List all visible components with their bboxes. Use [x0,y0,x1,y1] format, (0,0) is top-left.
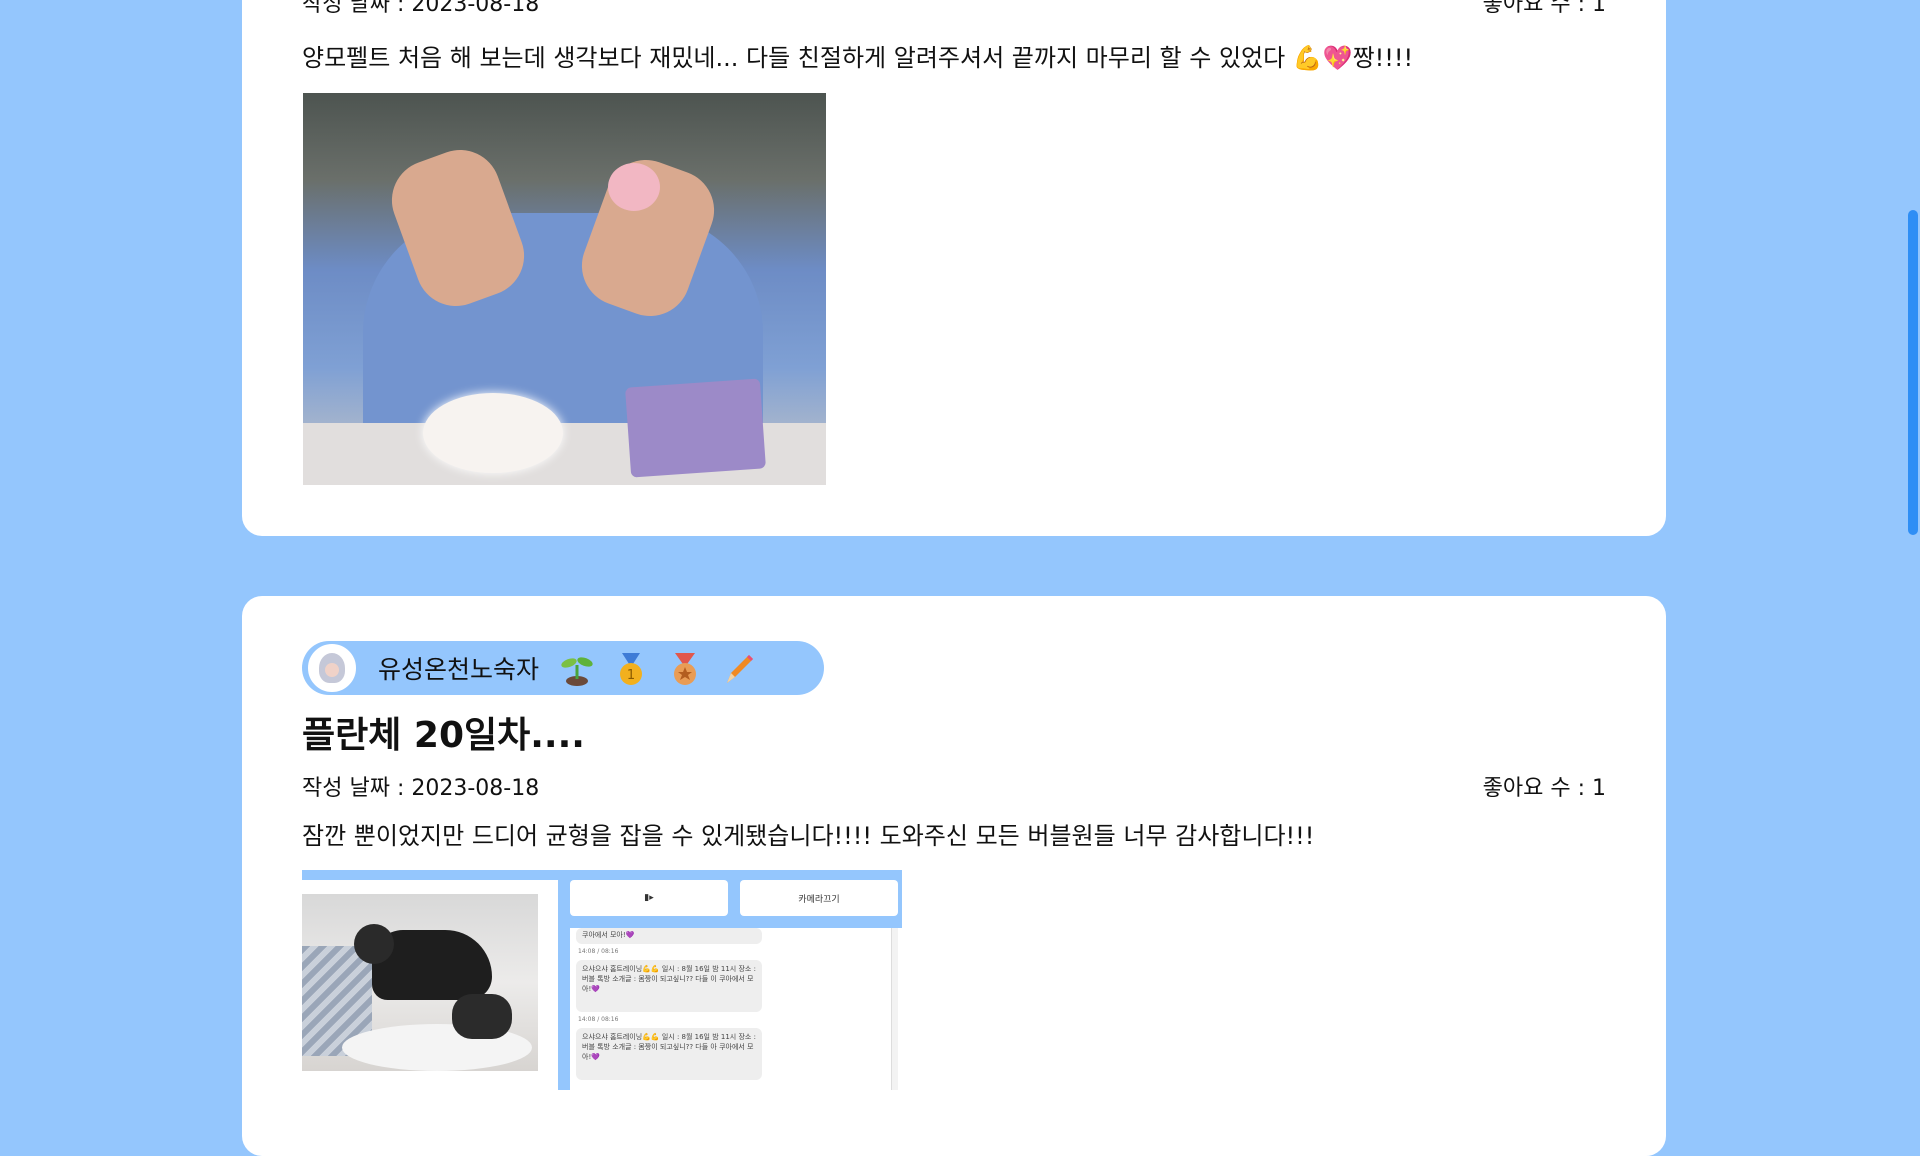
post-title: 플란체 20일차.... [302,715,585,756]
scroll-thumb[interactable] [1908,210,1918,535]
post-date: 작성 날짜 : 2023-08-18 [302,776,540,801]
chat-scrollbar[interactable] [891,928,898,1090]
post-card: 유성온천노숙자 1 플란체 20일차.... 작성 날짜: 2023-08-1… [242,596,1666,1156]
chat-message: 쿠아에서 모아!💜 [576,928,762,944]
mic-button: ▮▸ [570,880,728,916]
kit-package [625,378,766,478]
chat-time: 14:08 / 08:16 [578,948,619,955]
star-medal-icon [667,651,701,685]
post-meta: 작성 날짜 : 2023-08-18 좋아요 수 : 1 [302,770,1606,802]
post-photo[interactable] [302,894,538,1071]
post-photo[interactable] [303,93,826,485]
chat-time: 14:08 / 08:16 [578,1016,619,1023]
svg-text:1: 1 [627,668,635,683]
camera-off-button: 카메라끄기 [740,880,898,916]
chat-log: 쿠아에서 모아!💜 14:08 / 08:16 으샤으샤 홈트레이닝💪💪 일시 … [570,928,902,1090]
photo-panel [302,880,558,1090]
head-shape [354,924,394,964]
post-images[interactable]: ▮▸ 카메라끄기 쿠아에서 모아!💜 14:08 / 08:16 으샤으샤 홈트… [302,870,902,1090]
chat-message: 으샤으샤 홈트레이닝💪💪 일시 : 8월 16일 밤 11시 장소 : 버블 톡… [576,960,762,1012]
post-likes: 좋아요 수 : 1 [1482,776,1606,801]
post-meta: 작성 날짜 : 2023-08-18 좋아요 수 : 1 [302,0,1606,18]
post-date: 작성 날짜 : 2023-08-18 [302,0,540,17]
page-scrollbar[interactable] [1906,0,1920,1080]
gold-medal-icon: 1 [613,651,647,685]
seedling-icon [559,651,593,686]
post-likes: 좋아요 수 : 1 [1482,0,1606,17]
legs-shape [452,994,512,1039]
author-chip[interactable]: 유성온천노숙자 1 [302,641,824,695]
post-card: 작성 날짜 : 2023-08-18 좋아요 수 : 1 양모펠트 처음 해 보… [242,0,1666,536]
chat-message: 으샤으샤 홈트레이닝💪💪 일시 : 8월 16일 밤 11시 장소 : 버블 톡… [576,1028,762,1080]
pink-wool [608,163,660,211]
author-name[interactable]: 유성온천노숙자 [378,650,539,686]
avatar-face [319,653,345,683]
post-content: 잠깐 뿐이었지만 드디어 균형을 잡을 수 있게됐습니다!!!! 도와주신 모든… [302,822,1315,850]
post-content: 양모펠트 처음 해 보는데 생각보다 재밌네... 다들 친절하게 알려주셔서 … [302,44,1414,72]
chat-screenshot[interactable]: ▮▸ 카메라끄기 쿠아에서 모아!💜 14:08 / 08:16 으샤으샤 홈트… [570,880,902,1090]
pencil-icon [721,651,755,685]
white-wool [423,393,563,473]
avatar[interactable] [308,644,356,692]
